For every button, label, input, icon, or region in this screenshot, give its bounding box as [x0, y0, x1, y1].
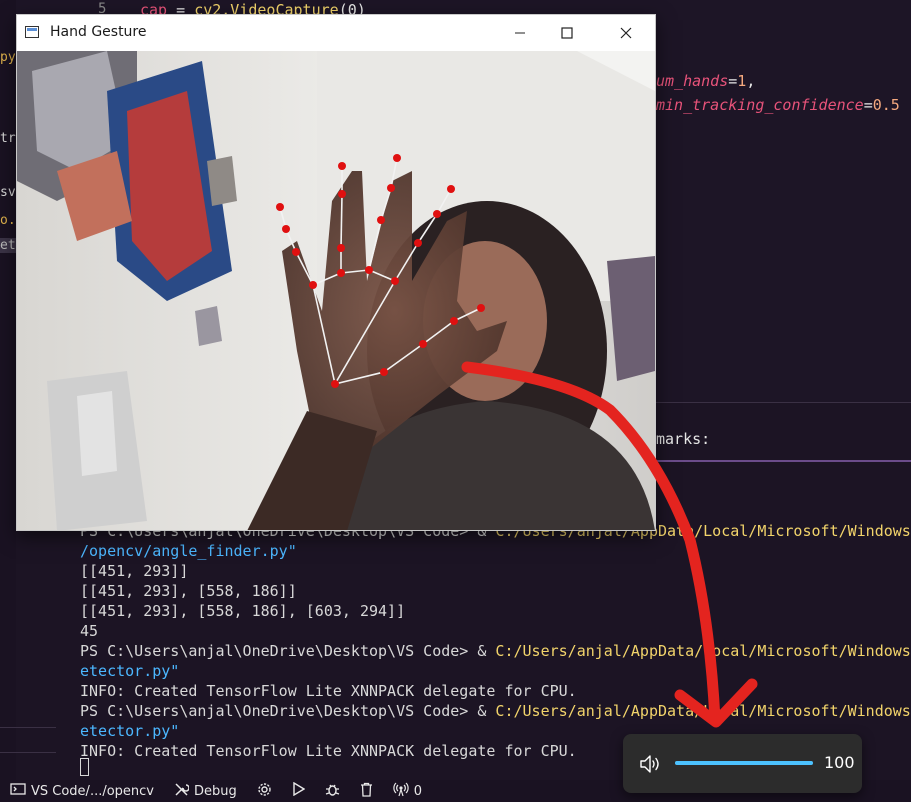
- landmark-point: [337, 269, 345, 277]
- prompt-prefix: PS C:\Users\anjal\OneDrive\Desktop\VS Co…: [80, 702, 496, 720]
- terminal-line: [[451, 293]]: [80, 562, 188, 580]
- close-icon: [620, 27, 632, 39]
- delete-button[interactable]: [350, 780, 383, 802]
- output-text: INFO: Created TensorFlow Lite XNNPACK de…: [80, 742, 577, 760]
- output-text: [[451, 293]]: [80, 562, 189, 580]
- output-text: 45: [80, 622, 99, 640]
- landmark-point: [380, 368, 388, 376]
- script-path-link[interactable]: etector.py": [80, 722, 179, 740]
- divider: [0, 727, 56, 728]
- terminal-line: PS C:\Users\anjal\OneDrive\Desktop\VS Co…: [80, 642, 911, 660]
- landmark-point: [450, 317, 458, 325]
- window-title: Hand Gesture: [50, 24, 147, 40]
- code-token-eq: =: [728, 72, 738, 90]
- run-button[interactable]: [282, 780, 315, 802]
- debug-button[interactable]: Debug: [164, 780, 247, 802]
- sidebar-fragment[interactable]: ete: [0, 238, 23, 253]
- terminal-line: etector.py": [80, 722, 179, 740]
- landmark-point: [414, 239, 422, 247]
- play-icon: [292, 781, 306, 800]
- terminal-line: [[451, 293], [558, 186]]: [80, 582, 297, 600]
- landmark-point: [419, 340, 427, 348]
- landmark-point: [387, 184, 395, 192]
- remote-indicator[interactable]: VS Code/.../opencv: [0, 780, 164, 802]
- landmark-point: [292, 248, 300, 256]
- landmark-point: [282, 225, 290, 233]
- output-text: [[451, 293], [558, 186]]: [80, 582, 297, 600]
- code-token-tail: ,: [746, 72, 756, 90]
- panel-fragment: marks:: [656, 430, 711, 448]
- terminal-line: INFO: Created TensorFlow Lite XNNPACK de…: [80, 682, 577, 700]
- ports-count: 0: [413, 783, 423, 799]
- code-token-eq: =: [863, 96, 873, 114]
- output-text: INFO: Created TensorFlow Lite XNNPACK de…: [80, 682, 577, 700]
- bug-icon: [325, 782, 340, 801]
- maximize-icon: [561, 27, 573, 39]
- terminal-line: 45: [80, 622, 98, 640]
- ports-indicator[interactable]: 0: [383, 780, 432, 802]
- volume-value: 100: [824, 753, 855, 772]
- window-titlebar[interactable]: Hand Gesture: [17, 15, 655, 51]
- landmark-point: [337, 244, 345, 252]
- landmark-connection: [340, 193, 343, 249]
- landmark-point: [331, 380, 339, 388]
- landmark-point: [393, 154, 401, 162]
- tools-icon: [174, 782, 190, 801]
- debug-label: Debug: [194, 783, 237, 799]
- terminal-line: /opencv/angle_finder.py": [80, 542, 297, 560]
- landmark-point: [309, 281, 317, 289]
- terminal-line: INFO: Created TensorFlow Lite XNNPACK de…: [80, 742, 577, 760]
- volume-flyout[interactable]: 100: [623, 734, 862, 793]
- camera-feed: [17, 51, 655, 530]
- landmark-point: [391, 277, 399, 285]
- code-token-param: min_tracking_confidence: [656, 96, 864, 114]
- trash-icon: [360, 782, 373, 801]
- gear-icon: [257, 782, 272, 801]
- code-line-confidence: min_tracking_confidence=0.5: [656, 96, 900, 114]
- minimize-button[interactable]: [497, 15, 543, 51]
- sidebar-fragment[interactable]: sv: [0, 185, 16, 200]
- terminal-line: PS C:\Users\anjal\OneDrive\Desktop\VS Co…: [80, 702, 911, 720]
- landmark-point: [338, 162, 346, 170]
- code-token-num: 0.5: [872, 96, 900, 114]
- hand-gesture-window[interactable]: Hand Gesture: [16, 14, 656, 531]
- divider: [0, 752, 56, 753]
- code-line-hands: um_hands=1,: [656, 72, 755, 90]
- landmark-point: [276, 203, 284, 211]
- code-token-param: um_hands: [656, 72, 729, 90]
- sidebar-fragment[interactable]: py: [0, 50, 16, 65]
- terminal-cursor: [80, 758, 89, 776]
- speaker-icon[interactable]: [638, 753, 662, 775]
- explorer-sidebar[interactable]: py tra sv o... ete: [0, 0, 31, 780]
- executable-path[interactable]: C:/Users/anjal/AppData/Local/Microsoft/W…: [495, 642, 911, 660]
- minimize-icon: [515, 32, 525, 34]
- app-window-icon: [25, 26, 39, 38]
- landmark-point: [447, 185, 455, 193]
- script-path-link[interactable]: /opencv/angle_finder.py": [80, 542, 297, 560]
- landmark-point: [377, 216, 385, 224]
- volume-slider[interactable]: [675, 761, 813, 765]
- script-path-link[interactable]: etector.py": [80, 662, 179, 680]
- terminal-line: [[451, 293], [558, 186], [603, 294]]: [80, 602, 405, 620]
- debug-run-button[interactable]: [315, 780, 350, 802]
- prompt-prefix: PS C:\Users\anjal\OneDrive\Desktop\VS Co…: [80, 642, 496, 660]
- maximize-button[interactable]: [544, 15, 590, 51]
- output-text: [[451, 293], [558, 186], [603, 294]]: [80, 602, 406, 620]
- landmark-point: [477, 304, 485, 312]
- executable-path[interactable]: C:/Users/anjal/AppData/Local/Microsoft/W…: [495, 702, 911, 720]
- close-button[interactable]: [603, 15, 649, 51]
- code-token-num: 1: [737, 72, 747, 90]
- landmark-point: [433, 210, 441, 218]
- settings-button[interactable]: [247, 780, 282, 802]
- landmark-point: [365, 266, 373, 274]
- remote-label: VS Code/.../opencv: [31, 783, 154, 799]
- terminal-line: etector.py": [80, 662, 179, 680]
- volume-slider-fill: [675, 761, 813, 765]
- remote-window-icon: [10, 783, 26, 799]
- landmark-point: [338, 190, 346, 198]
- broadcast-icon: [393, 782, 409, 801]
